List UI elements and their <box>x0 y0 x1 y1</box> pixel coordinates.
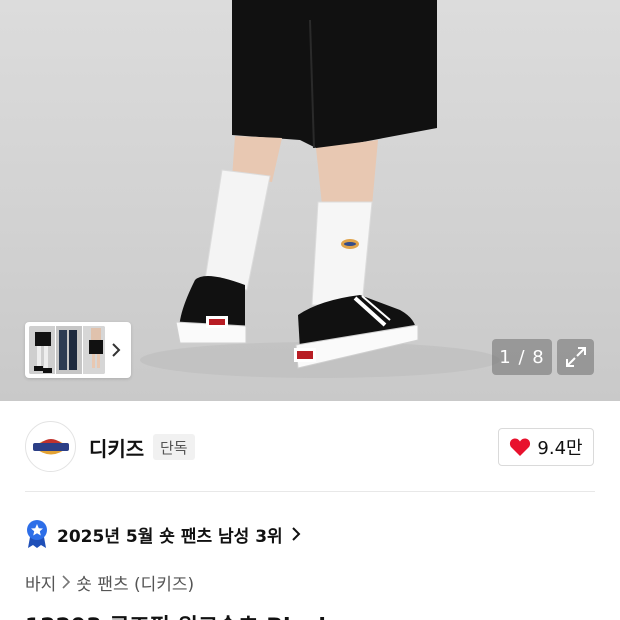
breadcrumb-item-shorts[interactable]: 숏 팬츠 (디키즈) <box>76 570 194 595</box>
divider <box>25 491 595 492</box>
product-image-gallery[interactable]: 1 / 8 <box>0 0 620 401</box>
brand-name[interactable]: 디키즈 <box>89 433 144 462</box>
brand-logo[interactable] <box>25 421 76 472</box>
ranking-link[interactable]: 2025년 5월 숏 팬츠 남성 3위 <box>25 516 301 552</box>
thumbnail-images[interactable] <box>29 326 106 374</box>
brand-row: 디키즈 단독 9.4만 <box>0 401 620 493</box>
thumbnail-2[interactable] <box>56 326 82 374</box>
breadcrumb-item-pants[interactable]: 바지 <box>25 570 56 595</box>
like-button[interactable]: 9.4만 <box>498 428 594 466</box>
breadcrumb: 바지 숏 팬츠 (디키즈) <box>25 569 194 595</box>
image-page-counter: 1 / 8 <box>492 339 552 375</box>
chevron-right-icon <box>62 575 71 589</box>
thumbnail-strip[interactable] <box>25 322 131 378</box>
expand-icon[interactable] <box>557 339 594 375</box>
product-title: 12293 루즈핏 워크숏츠 Black <box>25 609 333 620</box>
ranking-text: 2025년 5월 숏 팬츠 남성 3위 <box>57 526 283 547</box>
chevron-right-icon <box>291 527 301 541</box>
rank-badge-icon <box>27 520 47 548</box>
thumbnail-1[interactable] <box>29 326 55 374</box>
heart-icon <box>510 438 531 456</box>
chevron-right-icon[interactable] <box>105 342 127 358</box>
like-count: 9.4만 <box>537 438 583 459</box>
dickies-logo-icon <box>32 438 69 454</box>
thumbnail-3[interactable] <box>83 326 106 374</box>
exclusive-badge: 단독 <box>153 434 195 460</box>
